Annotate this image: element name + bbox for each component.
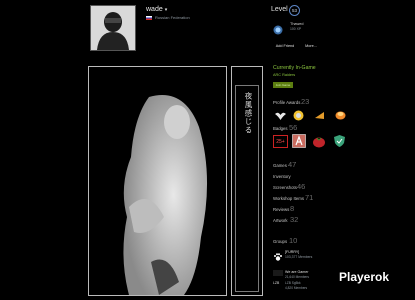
inventory-label[interactable]: Inventory [273,174,291,179]
group-name[interactable]: We are Gamer [285,270,309,274]
paw-icon[interactable] [273,249,283,261]
workshop-count: 71 [305,193,314,202]
add-friend-button[interactable]: Add Friend [272,42,298,50]
group-name[interactable]: [FURRY] [285,250,299,254]
badge-shield-icon[interactable] [333,134,346,148]
games-count: 47 [288,160,297,169]
group-members: 21,640 Members [285,275,309,279]
more-button[interactable]: More... [300,42,322,50]
artwork-image [89,67,226,295]
artwork-label[interactable]: Artwork [273,218,288,223]
groups-label[interactable]: Groups [273,239,287,244]
years-badge[interactable]: 25+ [273,135,288,148]
award-horn-icon[interactable] [313,109,326,122]
badges-count: 56 [289,123,298,132]
badge-tomato-icon[interactable] [312,135,326,148]
badges-label[interactable]: Badges [273,126,288,131]
chevron-down-icon[interactable]: ▾ [165,7,168,13]
xp-badge-icon[interactable] [273,22,283,35]
badge-a-icon[interactable] [292,134,306,148]
level-badge[interactable]: 53 [289,5,300,16]
award-star-icon[interactable] [292,109,305,122]
games-label[interactable]: Games [273,163,287,168]
level-label: Level [271,6,288,13]
flag-icon [146,15,152,20]
group-members: 103,377 Members [285,255,313,259]
screenshots-count: 46 [297,182,306,191]
profile-awards-label[interactable]: Profile Awards [273,100,300,105]
screenshots-label[interactable]: Screenshots [273,185,297,190]
group-logo-icon[interactable] [273,270,283,276]
xp-badge-value: 100 XP [290,27,302,31]
award-burger-icon[interactable] [334,109,347,122]
username[interactable]: wade ▾ [146,6,167,13]
profile-awards-count: 23 [301,97,310,106]
watermark: Playerok [339,270,390,284]
group-name[interactable]: LZB Sg5kk [285,281,301,285]
reviews-count: 8 [290,204,295,213]
status-title: Currently In-Game [273,65,316,71]
artwork-showcase[interactable] [88,66,227,296]
country-text: Russian Federation [155,15,190,20]
avatar[interactable] [90,5,136,51]
group-tag[interactable]: LZB [273,281,279,285]
workshop-label[interactable]: Workshop Items [273,196,304,201]
xp-badge-title: Thawed [290,22,304,26]
groups-count: 10 [289,236,298,245]
group-members: 4,820 Members [285,286,308,290]
avatar-image [91,6,135,50]
award-wings-icon[interactable] [274,109,287,122]
username-text: wade [146,6,163,13]
reviews-label[interactable]: Reviews [273,207,289,212]
artwork-count: 32 [290,215,299,224]
status-game[interactable]: ARC Raiders [273,73,295,77]
country-line: Russian Federation [146,15,190,20]
artwork-vertical-title: 夜風感じる [244,92,253,135]
join-game-button[interactable]: Join Game [273,82,293,88]
